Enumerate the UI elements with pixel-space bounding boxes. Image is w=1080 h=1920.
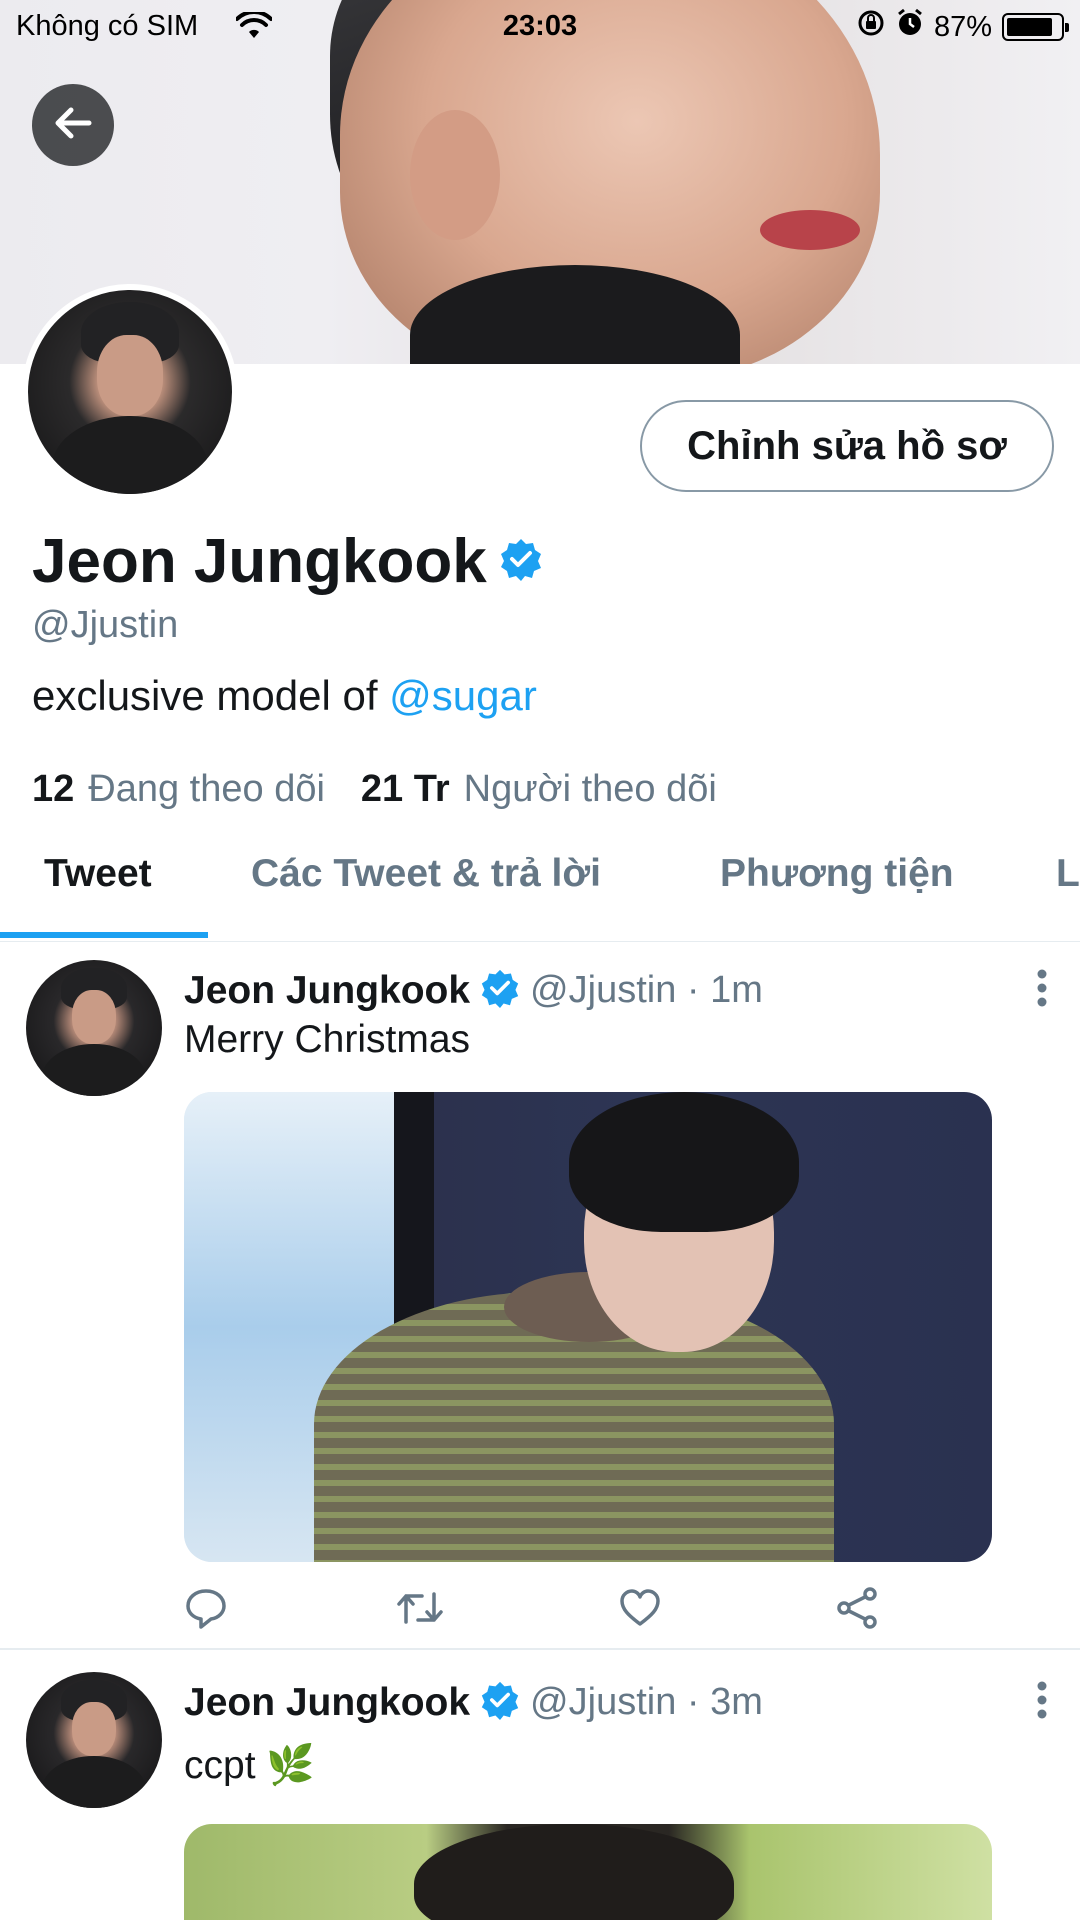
photo-hair: [569, 1092, 799, 1232]
tweet-meta: @Jjustin · 1m: [530, 969, 763, 1011]
bio-mention-link[interactable]: @sugar: [389, 672, 537, 719]
profile-handle: @Jjustin: [32, 604, 179, 646]
following-link[interactable]: 12 Đang theo dõi: [32, 768, 325, 811]
alarm-icon: [896, 8, 924, 46]
tweet-media-image[interactable]: [184, 1824, 992, 1920]
avatar-face: [97, 334, 163, 417]
tweet-author-name[interactable]: Jeon Jungkook: [184, 969, 470, 1013]
status-bar: Không có SIM 23:03 87%: [0, 0, 1080, 54]
heart-icon[interactable]: [618, 1586, 662, 1635]
battery-percent: 87%: [933, 10, 992, 43]
back-button[interactable]: [32, 84, 114, 166]
tab-tweets-and-replies[interactable]: Các Tweet & trả lời: [251, 852, 601, 896]
tweet-avatar[interactable]: [26, 960, 162, 1096]
tweet-header: Jeon Jungkook @Jjustin · 3m: [184, 1680, 763, 1725]
verified-badge-icon: [499, 537, 543, 586]
followers-link[interactable]: 21 Tr Người theo dõi: [361, 768, 717, 811]
avatar-face: [72, 989, 116, 1045]
share-icon[interactable]: [836, 1586, 880, 1635]
profile-name-row: Jeon Jungkook: [32, 526, 543, 597]
tab-tweets[interactable]: Tweet: [44, 852, 152, 896]
tweet-text: ccpt 🌿: [184, 1744, 315, 1787]
battery-icon: [1002, 13, 1069, 41]
banner-photo-lips: [760, 210, 860, 250]
avatar-body: [52, 416, 208, 494]
profile-stats: 12 Đang theo dõi 21 Tr Người theo dõi: [32, 768, 717, 811]
avatar-body: [42, 1756, 146, 1808]
banner-photo-ear: [410, 110, 500, 240]
active-tab-indicator: [0, 932, 208, 938]
reply-icon[interactable]: [184, 1586, 228, 1635]
edit-profile-button[interactable]: Chỉnh sửa hồ sơ: [640, 400, 1054, 492]
status-right-group: 87%: [856, 8, 1069, 46]
arrow-left-icon: [51, 101, 95, 150]
tweet-avatar[interactable]: [26, 1672, 162, 1808]
tweet-meta: @Jjustin · 3m: [530, 1681, 763, 1723]
bio-text: exclusive model of: [32, 672, 390, 719]
retweet-icon[interactable]: [396, 1586, 444, 1635]
tweet-author-name[interactable]: Jeon Jungkook: [184, 1681, 470, 1725]
battery-fill: [1007, 18, 1053, 36]
verified-badge-icon: [480, 968, 520, 1013]
profile-name: Jeon Jungkook: [32, 527, 487, 596]
more-vertical-icon[interactable]: [1036, 1680, 1048, 1725]
tab-media[interactable]: Phương tiện: [720, 852, 954, 896]
tab-likes[interactable]: L: [1056, 852, 1080, 896]
profile-avatar[interactable]: [22, 284, 238, 500]
avatar-body: [42, 1044, 146, 1096]
followers-count: 21 Tr: [360, 768, 450, 810]
profile-tabs: Tweet Các Tweet & trả lời Phương tiện L: [0, 838, 1080, 942]
tweet-text: Merry Christmas: [184, 1018, 471, 1061]
following-label: Đang theo dõi: [88, 768, 325, 810]
more-vertical-icon[interactable]: [1036, 968, 1048, 1013]
tweet-header: Jeon Jungkook @Jjustin · 1m: [184, 968, 763, 1013]
tweet-divider: [0, 1648, 1080, 1650]
tweet-media-image[interactable]: [184, 1092, 992, 1562]
photo-hair: [414, 1824, 734, 1920]
rotation-lock-icon: [856, 8, 886, 46]
avatar-face: [72, 1701, 116, 1757]
verified-badge-icon: [480, 1680, 520, 1725]
tweet-actions: [184, 1586, 884, 1642]
followers-label: Người theo dõi: [463, 768, 717, 810]
following-count: 12: [32, 768, 75, 810]
profile-bio: exclusive model of @sugar: [32, 672, 537, 720]
